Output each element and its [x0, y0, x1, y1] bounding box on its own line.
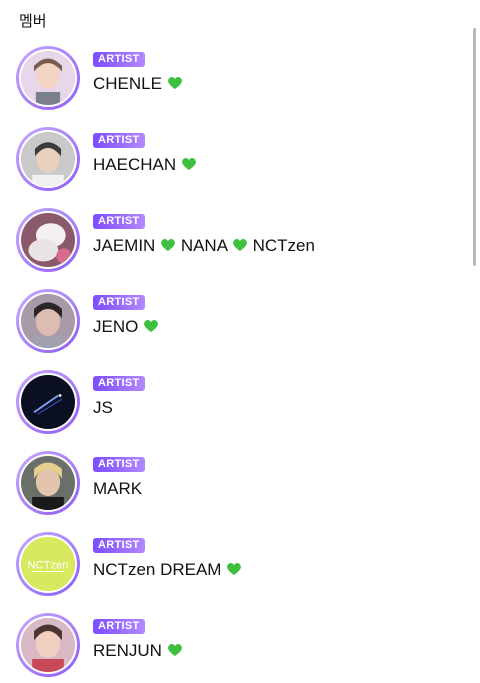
- avatar: NCTzen: [19, 535, 77, 593]
- avatar-ring: NCTzen: [16, 532, 80, 596]
- avatar-ring: [16, 451, 80, 515]
- avatar: [19, 616, 77, 674]
- member-item[interactable]: ARTIST RENJUN: [16, 613, 456, 677]
- avatar-ring: [16, 289, 80, 353]
- avatar: [19, 130, 77, 188]
- artist-badge: ARTIST: [93, 214, 145, 229]
- member-item[interactable]: ARTIST MARK: [16, 451, 456, 515]
- artist-badge: ARTIST: [93, 133, 145, 148]
- member-item[interactable]: ARTIST HAECHAN: [16, 127, 456, 191]
- artist-badge: ARTIST: [93, 457, 145, 472]
- avatar-ring: [16, 127, 80, 191]
- member-item[interactable]: ARTIST JS: [16, 370, 456, 434]
- artist-badge: ARTIST: [93, 52, 145, 67]
- avatar: [19, 211, 77, 269]
- member-name-part: NCTzen DREAM: [93, 560, 222, 579]
- member-name: JS: [93, 397, 113, 419]
- avatar-ring: [16, 370, 80, 434]
- member-name-part: MARK: [93, 479, 143, 498]
- artist-badge: ARTIST: [93, 376, 145, 391]
- member-name-part: NCTzen: [252, 236, 315, 255]
- member-name: JENO: [93, 316, 159, 338]
- green-heart-icon: [161, 239, 175, 251]
- green-heart-icon: [227, 563, 242, 575]
- green-heart-icon: [144, 320, 158, 332]
- section-title: 멤버: [19, 12, 47, 30]
- green-heart-icon: [181, 158, 196, 170]
- member-item[interactable]: ARTIST JAEMIN NANA NCTzen: [16, 208, 456, 272]
- green-heart-icon: [167, 644, 182, 656]
- green-heart-icon: [232, 239, 247, 251]
- avatar: [19, 454, 77, 512]
- member-name: CHENLE: [93, 73, 183, 95]
- member-name: JAEMIN NANA NCTzen: [93, 235, 315, 257]
- member-name: HAECHAN: [93, 154, 197, 176]
- member-name-part: JS: [93, 398, 113, 417]
- avatar: [19, 292, 77, 350]
- member-name: RENJUN: [93, 640, 183, 662]
- artist-badge: ARTIST: [93, 295, 145, 310]
- member-name-part: JAEMIN: [93, 236, 156, 255]
- member-name-part: NANA: [180, 236, 228, 255]
- avatar-ring: [16, 208, 80, 272]
- member-name-part: CHENLE: [93, 74, 162, 93]
- member-name: MARK: [93, 478, 142, 500]
- member-item[interactable]: ARTIST JENO: [16, 289, 456, 353]
- member-name: NCTzen DREAM: [93, 559, 242, 581]
- avatar: [19, 49, 77, 107]
- member-item[interactable]: NCTzen ARTIST NCTzen DREAM: [16, 532, 456, 596]
- artist-badge: ARTIST: [93, 538, 145, 553]
- avatar: [19, 373, 77, 431]
- scrollbar[interactable]: [473, 28, 476, 266]
- avatar-logo-text: NCTzen: [28, 560, 69, 572]
- avatar-ring: [16, 613, 80, 677]
- member-name-part: HAECHAN: [93, 155, 177, 174]
- member-name-part: JENO: [93, 317, 139, 336]
- avatar-ring: [16, 46, 80, 110]
- member-item[interactable]: ARTIST CHENLE: [16, 46, 456, 110]
- green-heart-icon: [167, 77, 182, 89]
- artist-badge: ARTIST: [93, 619, 145, 634]
- member-name-part: RENJUN: [93, 641, 162, 660]
